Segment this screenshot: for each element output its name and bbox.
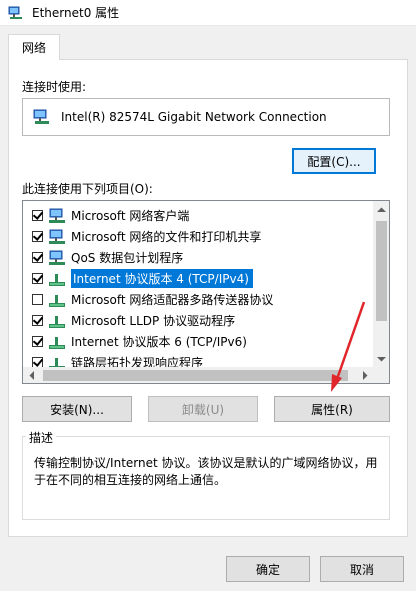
list-item[interactable]: Microsoft 网络的文件和打印机共享 xyxy=(23,226,363,247)
scrollbar-corner xyxy=(373,367,389,383)
components-list[interactable]: Microsoft 网络客户端 Microsoft 网络的文件和打印机共享 QoS … xyxy=(22,200,390,384)
adapter-display: Intel(R) 82574L Gigabit Network Connecti… xyxy=(22,98,390,136)
tab-label: 网络 xyxy=(21,41,46,55)
uninstall-button[interactable]: 卸载(U) xyxy=(148,396,258,422)
protocol-icon xyxy=(49,294,65,307)
protocol-icon xyxy=(49,315,65,328)
list-item-label: QoS 数据包计划程序 xyxy=(71,251,184,265)
protocol-icon xyxy=(49,273,65,286)
tab-network[interactable]: 网络 xyxy=(8,34,60,60)
list-item[interactable]: QoS 数据包计划程序 xyxy=(23,247,363,268)
list-item[interactable]: Microsoft 网络客户端 xyxy=(23,205,363,226)
list-item[interactable]: Internet 协议版本 6 (TCP/IPv6) xyxy=(23,331,363,352)
item-checkbox[interactable] xyxy=(32,315,43,326)
properties-button[interactable]: 属性(R) xyxy=(274,396,390,422)
list-item[interactable]: Microsoft LLDP 协议驱动程序 xyxy=(23,310,363,331)
ok-button[interactable]: 确定 xyxy=(226,556,310,582)
description-legend: 描述 xyxy=(26,429,57,446)
network-adapter-icon xyxy=(8,6,22,19)
item-checkbox[interactable] xyxy=(32,231,43,242)
list-item-label: Internet 协议版本 6 (TCP/IPv6) xyxy=(71,335,247,349)
title-bar: Ethernet0 属性 xyxy=(0,0,416,26)
list-item-label: Internet 协议版本 4 (TCP/IPv4) xyxy=(71,269,253,288)
item-checkbox[interactable] xyxy=(32,336,43,347)
item-checkbox[interactable] xyxy=(32,273,43,284)
protocol-icon xyxy=(49,336,65,349)
network-client-icon xyxy=(49,250,65,265)
item-checkbox[interactable] xyxy=(32,252,43,263)
network-client-icon xyxy=(49,208,65,223)
scroll-up-icon[interactable] xyxy=(373,201,389,218)
scroll-left-icon[interactable] xyxy=(23,367,40,383)
cancel-button[interactable]: 取消 xyxy=(320,556,404,582)
connect-using-label: 连接时使用: xyxy=(22,80,87,94)
configure-button[interactable]: 配置(C)... xyxy=(292,148,376,174)
description-text: 传输控制协议/Internet 协议。该协议是默认的广域网络协议，用于在不同的相… xyxy=(34,456,378,487)
item-checkbox[interactable] xyxy=(32,294,43,305)
horizontal-scroll-thumb[interactable] xyxy=(43,370,348,381)
list-item-label: Microsoft LLDP 协议驱动程序 xyxy=(71,314,236,328)
list-item[interactable]: Internet 协议版本 4 (TCP/IPv4) xyxy=(23,268,363,289)
network-adapter-icon xyxy=(33,109,49,124)
list-item[interactable]: Microsoft 网络适配器多路传送器协议 xyxy=(23,289,363,310)
components-label: 此连接使用下列项目(O): xyxy=(22,182,153,196)
vertical-scrollbar[interactable] xyxy=(373,201,389,367)
install-button[interactable]: 安装(N)... xyxy=(22,396,132,422)
list-item-label: Microsoft 网络的文件和打印机共享 xyxy=(71,230,262,244)
item-checkbox[interactable] xyxy=(32,210,43,221)
horizontal-scrollbar[interactable] xyxy=(23,367,373,383)
window-title: Ethernet0 属性 xyxy=(32,6,120,20)
list-item-label: Microsoft 网络适配器多路传送器协议 xyxy=(71,293,274,307)
list-item-label: Microsoft 网络客户端 xyxy=(71,209,190,223)
scroll-right-icon[interactable] xyxy=(356,367,373,383)
adapter-name: Intel(R) 82574L Gigabit Network Connecti… xyxy=(61,110,327,124)
scroll-down-icon[interactable] xyxy=(373,350,389,367)
network-client-icon xyxy=(49,229,65,244)
vertical-scroll-thumb[interactable] xyxy=(376,221,387,321)
